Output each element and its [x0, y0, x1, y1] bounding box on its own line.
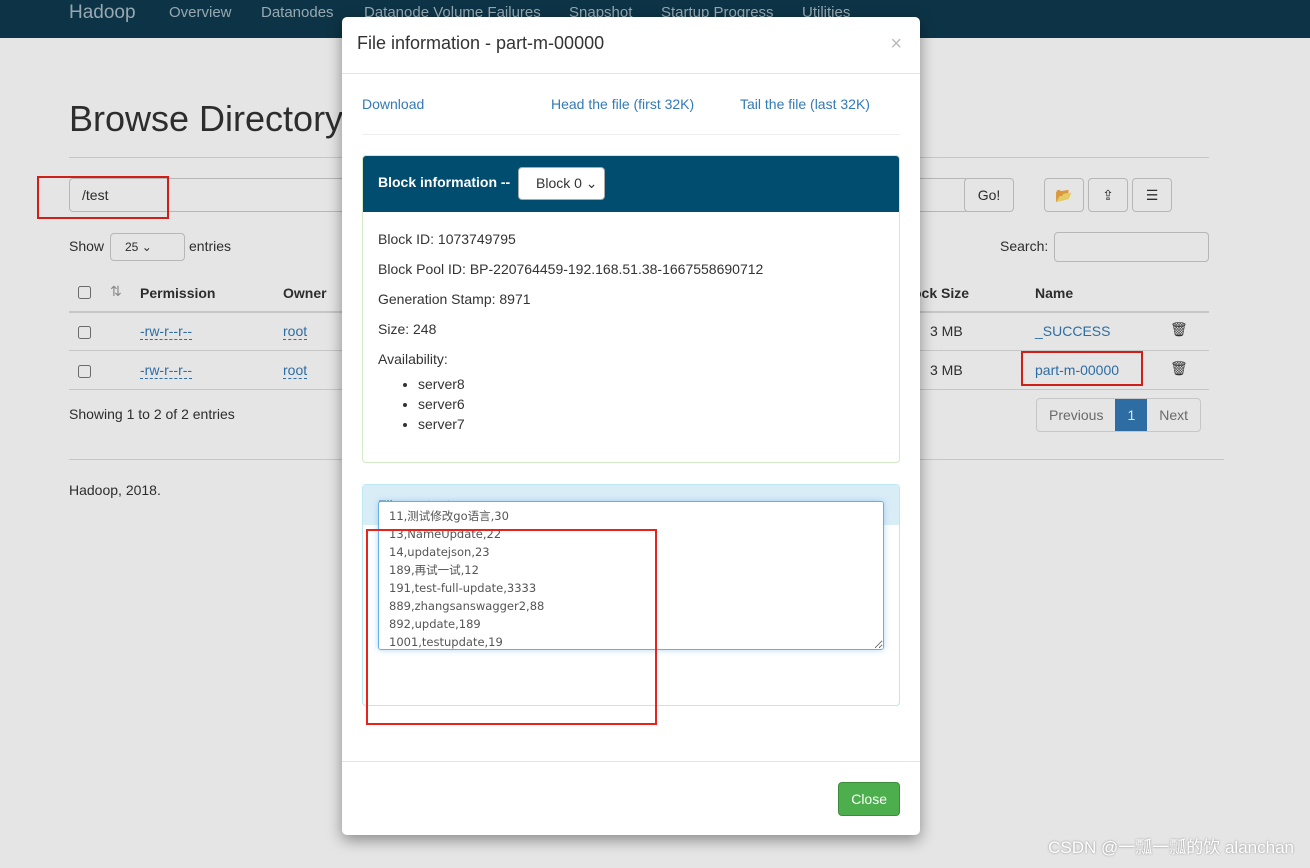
file-info-modal: File information - part-m-00000 × Downlo… — [342, 17, 920, 835]
generation-stamp: Generation Stamp: 8971 — [378, 291, 531, 307]
block-pool-id: Block Pool ID: BP-220764459-192.168.51.3… — [378, 261, 764, 277]
server-item: server7 — [418, 414, 884, 434]
watermark: CSDN @一瓢一瓢的饮 alanchan — [1048, 838, 1294, 857]
server-item: server8 — [418, 374, 884, 394]
block-panel: Block information -- Block 0 ⌄ Block ID:… — [362, 155, 900, 463]
block-id: Block ID: 1073749795 — [378, 231, 516, 247]
annotation-box — [366, 529, 657, 725]
server-item: server6 — [418, 394, 884, 414]
close-button[interactable]: Close — [838, 782, 900, 816]
availability-label: Availability: — [378, 351, 448, 367]
tail-file-link[interactable]: Tail the file (last 32K) — [740, 96, 870, 112]
file-size: Size: 248 — [378, 321, 437, 337]
close-icon[interactable]: × — [890, 33, 902, 56]
download-link[interactable]: Download — [362, 96, 424, 112]
block-select[interactable]: Block 0 ⌄ — [518, 167, 605, 200]
block-label: Block information -- — [378, 174, 511, 190]
modal-title: File information - part-m-00000 — [342, 17, 920, 74]
head-file-link[interactable]: Head the file (first 32K) — [551, 96, 694, 112]
